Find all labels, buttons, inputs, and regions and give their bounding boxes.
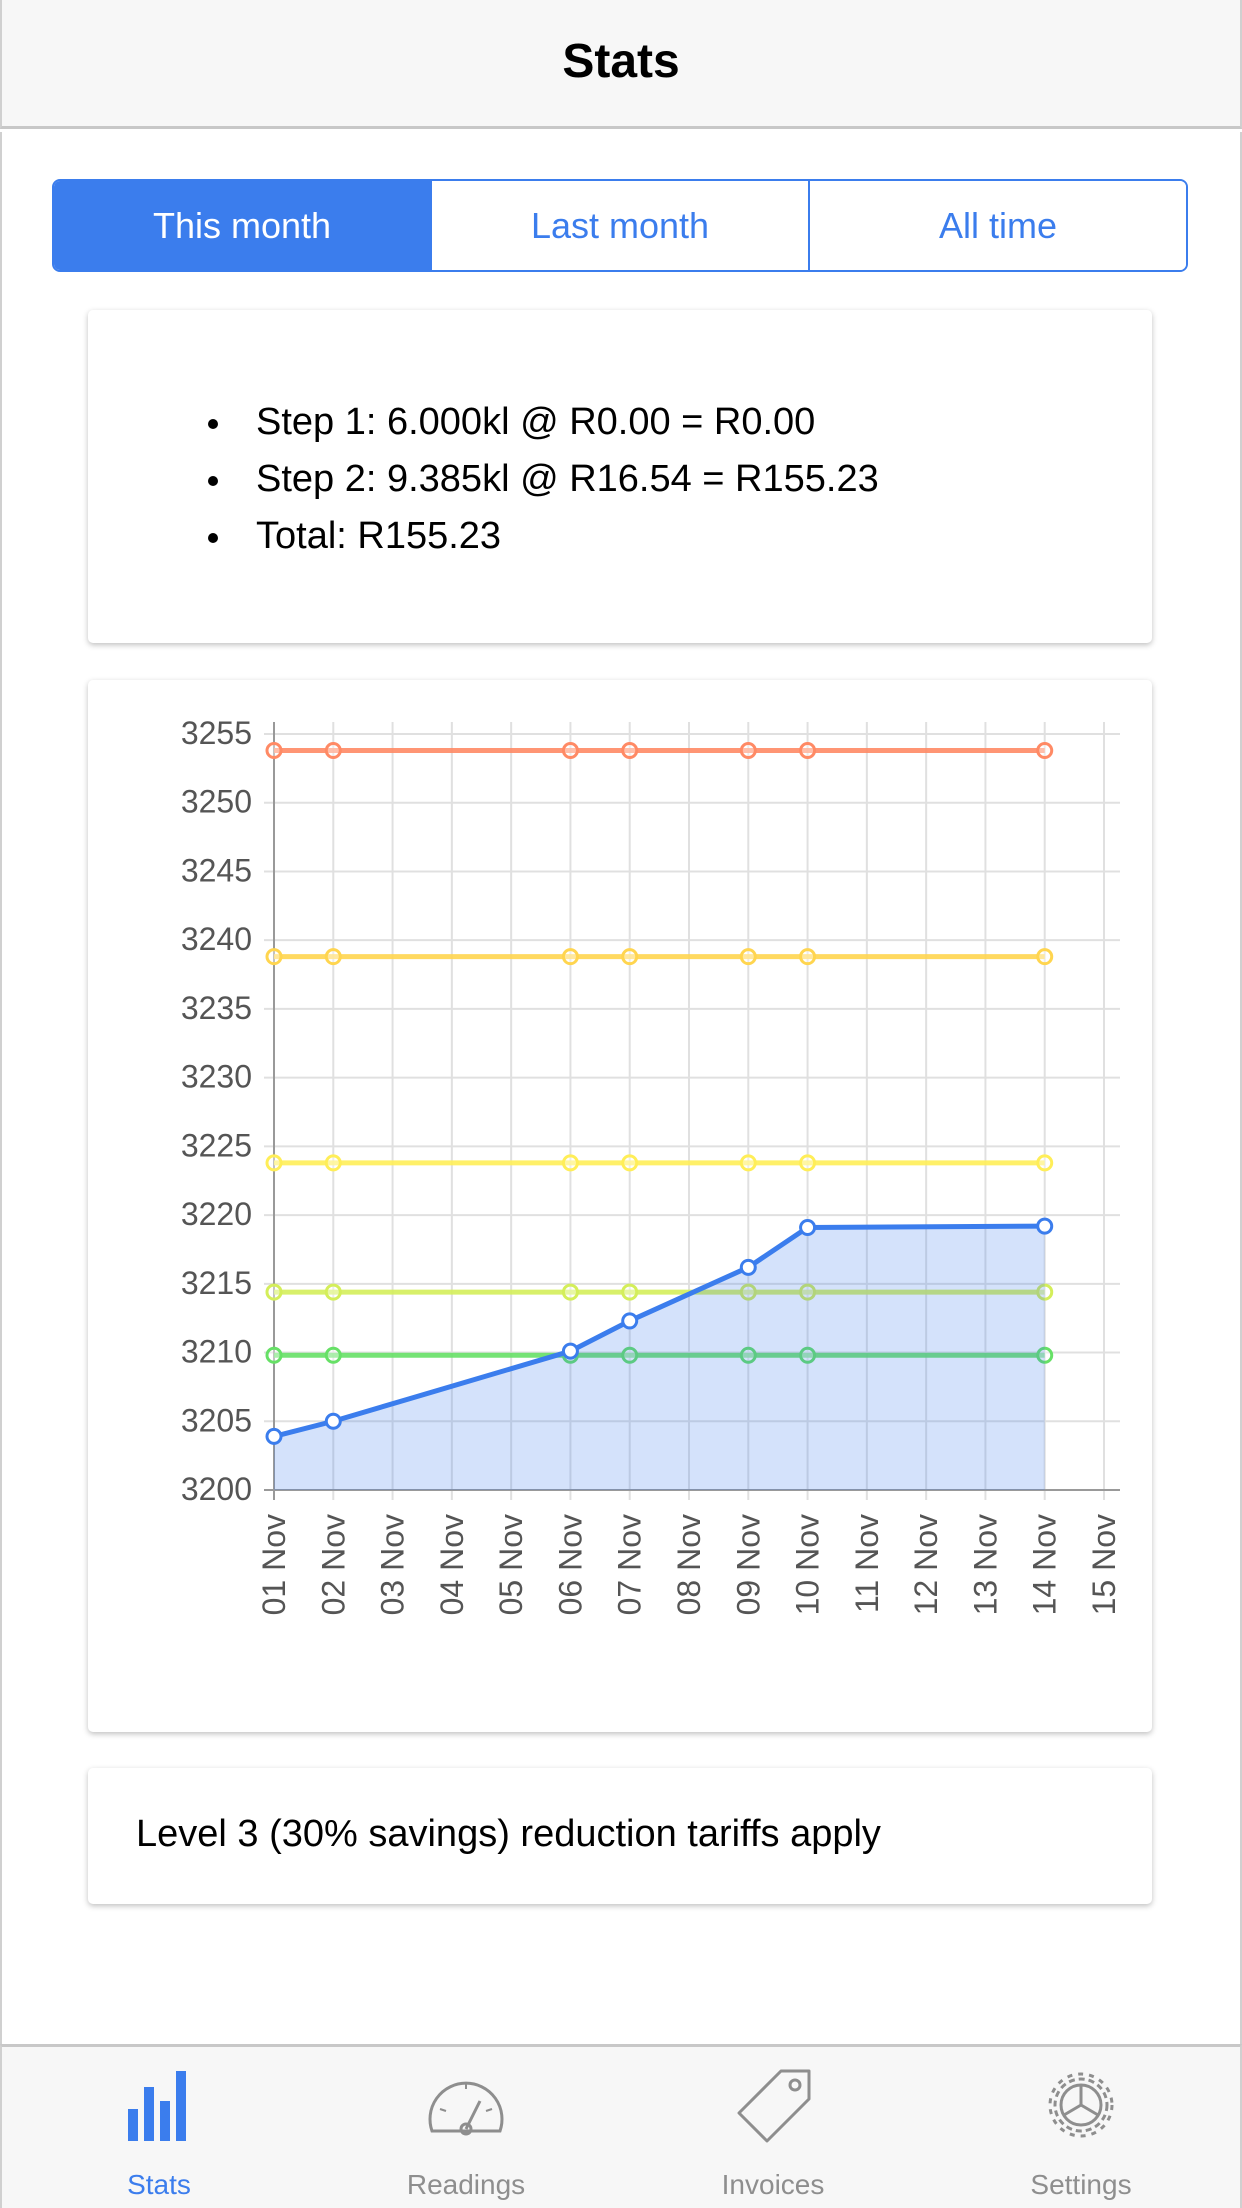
data-point [561,741,579,759]
x-tick-label: 12 Nov [908,1514,944,1615]
tariff-steps-card: Step 1: 6.000kl @ R0.00 = R0.00 Step 2: … [88,310,1152,643]
data-point [265,1346,283,1364]
data-point [324,948,342,966]
data-point [621,948,639,966]
data-point [324,1154,342,1172]
data-point [1036,1217,1054,1235]
x-tick-label: 07 Nov [612,1514,648,1615]
tab-settings-label: Settings [1030,2169,1132,2200]
data-point [265,741,283,759]
tab-stats-label: Stats [127,2169,191,2200]
tariff-step-2: Step 2: 9.385kl @ R16.54 = R155.23 [208,458,879,500]
usage-chart: 3200 3205 3210 3215 3220 3225 3230 3235 3240 3245… [181,715,1122,1615]
y-tick-label: 3240 [181,921,252,957]
tab-bar: Stats Readings Invoices Settings [0,2044,1242,2208]
x-tick-label: 10 Nov [790,1514,826,1615]
tab-readings[interactable]: Readings [366,2047,566,2208]
x-tick-label: 06 Nov [552,1514,588,1615]
segment-all-time[interactable]: All time [808,181,1186,270]
segment-this-month[interactable]: This month [54,181,430,270]
data-point [621,1154,639,1172]
data-point [739,741,757,759]
tag-icon [737,2069,811,2143]
data-point [265,948,283,966]
x-tick-label: 01 Nov [256,1514,292,1615]
data-point [799,1154,817,1172]
data-point [1036,1154,1054,1172]
data-point [561,1154,579,1172]
y-tick-label: 3235 [181,990,252,1026]
period-segmented-control: This month Last month All time [52,179,1188,272]
data-point [739,948,757,966]
data-point [561,1283,579,1301]
tariff-note: Level 3 (30% savings) reduction tariffs … [136,1813,881,1855]
data-point [324,1346,342,1364]
stats-content: This month Last month All time Step 1: 6… [0,132,1242,2044]
data-point [739,1258,757,1276]
x-tick-label: 15 Nov [1086,1514,1122,1615]
data-point [324,1412,342,1430]
y-tick-label: 3250 [181,784,252,820]
data-point [621,1312,639,1330]
data-point [799,741,817,759]
data-point [561,1342,579,1360]
tab-settings[interactable]: Settings [981,2047,1181,2208]
segment-last-month[interactable]: Last month [430,181,808,270]
usage-area [274,1226,1045,1490]
data-point [799,1218,817,1236]
y-tick-label: 3210 [181,1334,252,1370]
data-point [621,741,639,759]
tab-invoices-label: Invoices [721,2169,825,2200]
tab-invoices[interactable]: Invoices [673,2047,873,2208]
data-point [561,948,579,966]
data-point [265,1154,283,1172]
y-tick-label: 3200 [181,1471,252,1507]
tariff-step-1: Step 1: 6.000kl @ R0.00 = R0.00 [207,401,816,443]
tariff-total: Total: R155.23 [207,515,502,557]
data-point [1036,741,1054,759]
x-tick-label: 08 Nov [671,1514,707,1615]
y-tick-label: 3230 [181,1059,252,1095]
data-point [265,1283,283,1301]
x-tick-label: 04 Nov [434,1514,470,1615]
data-point [265,1427,283,1445]
gauge-icon [428,2081,504,2136]
usage-chart-card: 3200 3205 3210 3215 3220 3225 3230 3235 3240 3245… [88,680,1152,1732]
x-tick-label: 05 Nov [493,1514,529,1615]
gear-icon [1048,2072,1114,2138]
y-tick-label: 3215 [181,1265,252,1301]
x-tick-label: 03 Nov [375,1514,411,1615]
data-point [1036,948,1054,966]
x-tick-label: 11 Nov [849,1514,885,1613]
x-tick-label: 14 Nov [1027,1514,1063,1615]
tariff-note-card: Level 3 (30% savings) reduction tariffs … [88,1768,1152,1904]
x-tick-label: 02 Nov [315,1514,351,1615]
y-tick-label: 3225 [181,1127,252,1163]
data-point [324,741,342,759]
y-tick-label: 3255 [181,715,252,751]
y-tick-label: 3245 [181,852,252,888]
y-tick-label: 3220 [181,1196,252,1232]
data-point [621,1283,639,1301]
x-tick-label: 09 Nov [730,1514,766,1615]
y-tick-label: 3205 [181,1402,252,1438]
tab-readings-label: Readings [406,2169,526,2200]
page-title: Stats [562,35,680,88]
tab-stats[interactable]: Stats [59,2047,259,2208]
navigation-bar: Stats [0,0,1242,129]
data-point [799,948,817,966]
bar-chart-icon [128,2071,186,2141]
data-point [324,1283,342,1301]
x-tick-label: 13 Nov [967,1514,1003,1615]
data-point [739,1154,757,1172]
